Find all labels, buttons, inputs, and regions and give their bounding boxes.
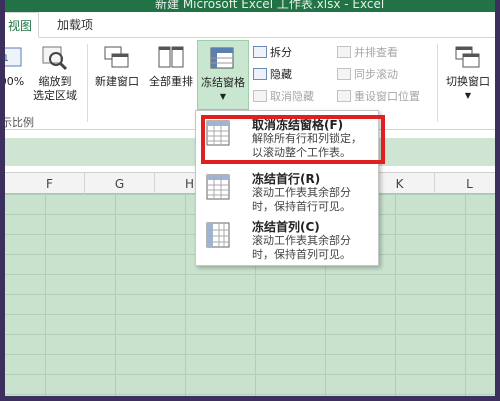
freeze-panes-icon	[208, 45, 238, 73]
unhide-icon	[253, 90, 267, 102]
arrange-all-button[interactable]: 全部重排	[145, 44, 197, 89]
switch-windows-icon	[453, 44, 483, 72]
zoom-100-icon: 1	[5, 44, 27, 72]
sync-scroll-button[interactable]: 同步滚动	[337, 66, 398, 84]
zoom-100-button[interactable]: 1 00%	[5, 44, 27, 89]
title-bar: 新建 Microsoft Excel 工作表.xlsx - Excel	[5, 0, 495, 12]
column-header-g[interactable]: G	[85, 173, 155, 195]
freeze-first-column-icon	[206, 221, 232, 251]
freeze-top-row-icon	[206, 173, 232, 203]
unhide-button[interactable]: 取消隐藏	[253, 88, 314, 106]
sync-scroll-icon	[337, 68, 351, 80]
group-zoom-label: 示比例	[5, 116, 34, 129]
magnifier-icon	[40, 44, 70, 72]
hide-icon	[253, 68, 267, 80]
view-side-by-side-button[interactable]: 并排查看	[337, 44, 398, 62]
menu-item-freeze-first-column[interactable]: 冻结首列(C) 滚动工作表其余部分 时，保持首列可见。	[196, 215, 378, 265]
split-icon	[253, 46, 267, 58]
chevron-down-icon: ▼	[464, 91, 472, 100]
chevron-down-icon: ▼	[219, 92, 227, 101]
new-window-button[interactable]: 新建窗口	[91, 44, 143, 89]
ribbon-tabs: 视图 加载项	[5, 12, 495, 38]
zoom-to-selection-button[interactable]: 缩放到 选定区域	[27, 44, 83, 103]
ribbon-separator	[87, 44, 88, 122]
reset-position-icon	[337, 90, 351, 102]
menu-item-freeze-top-row[interactable]: 冻结首行(R) 滚动工作表其余部分 时，保持首行可见。	[196, 167, 378, 217]
new-window-icon	[102, 44, 132, 72]
freeze-panes-button[interactable]: 冻结窗格 ▼	[197, 40, 249, 110]
column-header-f[interactable]: F	[15, 173, 85, 195]
column-header-l[interactable]: L	[435, 173, 495, 195]
excel-window: 新建 Microsoft Excel 工作表.xlsx - Excel 视图 加…	[5, 0, 495, 396]
arrange-all-icon	[156, 44, 186, 72]
reset-window-position-button[interactable]: 重设窗口位置	[337, 88, 420, 106]
svg-text:1: 1	[5, 54, 9, 64]
tab-addins[interactable]: 加载项	[51, 12, 99, 38]
hide-button[interactable]: 隐藏	[253, 66, 292, 84]
side-by-side-icon	[337, 46, 351, 58]
tab-view[interactable]: 视图	[5, 12, 40, 38]
window-title: 新建 Microsoft Excel 工作表.xlsx - Excel	[155, 0, 385, 11]
switch-windows-button[interactable]: 切换窗口 ▼	[441, 44, 495, 103]
split-button[interactable]: 拆分	[253, 44, 292, 62]
ribbon-separator	[437, 44, 438, 122]
highlight-box	[201, 115, 385, 164]
